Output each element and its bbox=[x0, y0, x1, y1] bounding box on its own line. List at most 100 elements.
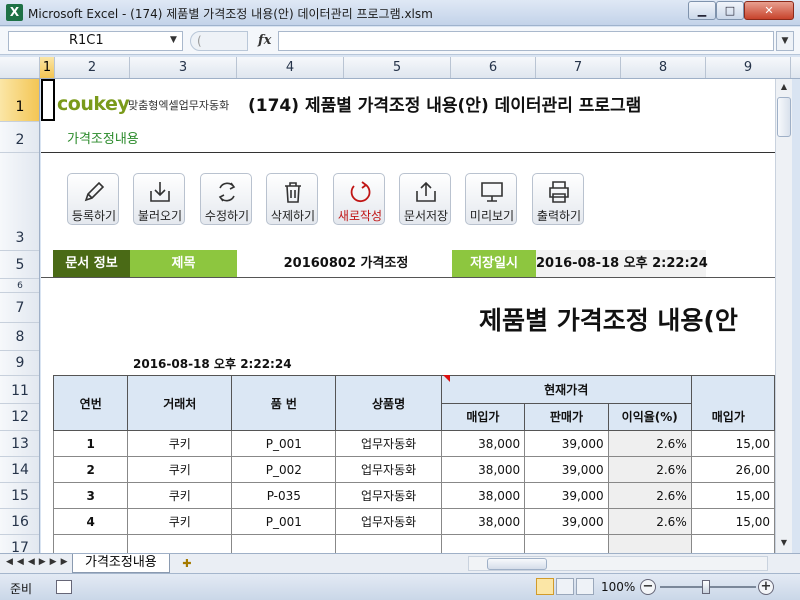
cell-purchase[interactable]: 38,000 bbox=[440, 430, 526, 457]
zoom-out-button[interactable]: − bbox=[640, 579, 656, 595]
empty-cell[interactable] bbox=[52, 534, 129, 553]
row-header[interactable]: 6 bbox=[0, 279, 39, 293]
column-header[interactable]: 3 bbox=[130, 57, 237, 78]
scroll-up-icon[interactable]: ▲ bbox=[776, 79, 792, 95]
cell-vendor[interactable]: 쿠키 bbox=[127, 456, 233, 483]
header-part[interactable]: 품 번 bbox=[231, 375, 337, 431]
cell-purchase[interactable]: 38,000 bbox=[440, 508, 526, 535]
cell-part[interactable]: P_001 bbox=[231, 508, 337, 535]
sheet-navigation-icons[interactable]: ◀◀◀▶▶▶ bbox=[6, 557, 72, 567]
cell-margin[interactable]: 2.6% bbox=[607, 456, 692, 483]
cell-no[interactable]: 3 bbox=[52, 482, 129, 509]
header-current-price[interactable]: 현재가격 bbox=[440, 375, 692, 404]
sheet-tab-active[interactable]: 가격조정내용 bbox=[72, 554, 170, 573]
cell-margin[interactable]: 2.6% bbox=[607, 430, 692, 457]
cell-sale[interactable]: 39,000 bbox=[524, 430, 609, 457]
horizontal-scrollbar[interactable] bbox=[468, 556, 768, 571]
cell-purchase-next[interactable]: 15,00 bbox=[690, 482, 775, 509]
row-header[interactable]: 17 bbox=[0, 535, 39, 553]
cell-part[interactable]: P_001 bbox=[231, 430, 337, 457]
cell-product[interactable]: 업무자동화 bbox=[335, 482, 442, 509]
print-button[interactable]: 출력하기 bbox=[532, 173, 584, 225]
empty-cell[interactable] bbox=[335, 534, 442, 553]
row-header[interactable]: 16 bbox=[0, 509, 39, 535]
row-header[interactable]: 7 bbox=[0, 293, 39, 323]
insert-function-icon[interactable]: fx bbox=[258, 33, 271, 48]
column-header[interactable]: 6 bbox=[451, 57, 536, 78]
load-button[interactable]: 불러오기 bbox=[133, 173, 185, 225]
cell-margin[interactable]: 2.6% bbox=[607, 508, 692, 535]
formula-input[interactable] bbox=[278, 31, 774, 51]
cell-vendor[interactable]: 쿠키 bbox=[127, 482, 233, 509]
maximize-button[interactable]: □ bbox=[716, 1, 744, 20]
excel-app-icon[interactable]: X bbox=[6, 4, 23, 21]
row-header[interactable]: 15 bbox=[0, 483, 39, 509]
expand-formula-bar-icon[interactable]: ▼ bbox=[776, 31, 794, 51]
row-header[interactable]: 1 bbox=[0, 79, 39, 122]
macro-record-icon[interactable] bbox=[56, 580, 72, 594]
cell-no[interactable]: 4 bbox=[52, 508, 129, 535]
header-margin[interactable]: 이익율(%) bbox=[607, 402, 692, 431]
name-box[interactable]: R1C1 bbox=[8, 31, 183, 51]
header-product[interactable]: 상품명 bbox=[335, 375, 442, 431]
empty-cell[interactable] bbox=[440, 534, 526, 553]
subject-value[interactable]: 20160802 가격조정 bbox=[241, 250, 451, 277]
column-header[interactable]: 1 bbox=[40, 57, 55, 78]
normal-view-button[interactable] bbox=[536, 578, 554, 595]
cell-sale[interactable]: 39,000 bbox=[524, 508, 609, 535]
cell-purchase[interactable]: 38,000 bbox=[440, 456, 526, 483]
empty-cell[interactable] bbox=[690, 534, 775, 553]
zoom-in-button[interactable]: + bbox=[758, 579, 774, 595]
column-header[interactable]: 5 bbox=[344, 57, 451, 78]
register-button[interactable]: 등록하기 bbox=[67, 173, 119, 225]
cell-product[interactable]: 업무자동화 bbox=[335, 508, 442, 535]
header-vendor[interactable]: 거래처 bbox=[127, 375, 233, 431]
cell-part[interactable]: P_002 bbox=[231, 456, 337, 483]
horizontal-scroll-thumb[interactable] bbox=[487, 558, 547, 570]
row-header[interactable]: 2 bbox=[0, 122, 39, 153]
cell-sale[interactable]: 39,000 bbox=[524, 456, 609, 483]
cell-vendor[interactable]: 쿠키 bbox=[127, 430, 233, 457]
close-button[interactable]: ✕ bbox=[744, 1, 794, 20]
page-layout-view-button[interactable] bbox=[556, 578, 574, 595]
empty-cell[interactable] bbox=[231, 534, 337, 553]
cell-sale[interactable]: 39,000 bbox=[524, 482, 609, 509]
comment-indicator[interactable] bbox=[443, 375, 450, 382]
empty-cell[interactable] bbox=[607, 534, 692, 553]
column-header[interactable]: 2 bbox=[55, 57, 130, 78]
empty-cell[interactable] bbox=[524, 534, 609, 553]
row-header[interactable]: 3 bbox=[0, 153, 39, 251]
document-date[interactable]: 2016-08-18 오후 2:22:24 bbox=[133, 355, 292, 372]
cell-purchase[interactable]: 38,000 bbox=[440, 482, 526, 509]
row-header[interactable]: 14 bbox=[0, 457, 39, 483]
cell-purchase-next[interactable]: 26,00 bbox=[690, 456, 775, 483]
select-all-corner[interactable] bbox=[0, 57, 40, 78]
empty-cell[interactable] bbox=[127, 534, 233, 553]
column-header[interactable]: 8 bbox=[621, 57, 706, 78]
header-purchase[interactable]: 매입가 bbox=[440, 402, 526, 431]
header-purchase-next[interactable]: 매입가 bbox=[690, 375, 775, 431]
cell-margin[interactable]: 2.6% bbox=[607, 482, 692, 509]
header-sale[interactable]: 판매가 bbox=[524, 402, 609, 431]
minimize-button[interactable]: ▁ bbox=[688, 1, 716, 20]
vertical-scrollbar[interactable]: ▲ ▼ bbox=[775, 79, 792, 553]
column-header[interactable]: 7 bbox=[536, 57, 621, 78]
delete-button[interactable]: 삭제하기 bbox=[266, 173, 318, 225]
header-no[interactable]: 연번 bbox=[52, 375, 129, 431]
row-header[interactable]: 12 bbox=[0, 404, 39, 431]
vertical-scroll-thumb[interactable] bbox=[777, 97, 791, 137]
row-header[interactable]: 11 bbox=[0, 376, 39, 404]
preview-button[interactable]: 미리보기 bbox=[465, 173, 517, 225]
scroll-down-icon[interactable]: ▼ bbox=[776, 535, 792, 551]
row-header[interactable]: 8 bbox=[0, 323, 39, 351]
cell-part[interactable]: P-035 bbox=[231, 482, 337, 509]
cell-vendor[interactable]: 쿠키 bbox=[127, 508, 233, 535]
new-document-button[interactable]: 새로작성 bbox=[333, 173, 385, 225]
cell-no[interactable]: 1 bbox=[52, 430, 129, 457]
insert-sheet-icon[interactable]: ✚ bbox=[176, 556, 198, 571]
zoom-level[interactable]: 100% bbox=[601, 580, 635, 594]
cell-product[interactable]: 업무자동화 bbox=[335, 456, 442, 483]
formula-bar-resize-handle[interactable]: ( bbox=[190, 31, 248, 51]
cell-purchase-next[interactable]: 15,00 bbox=[690, 508, 775, 535]
edit-button[interactable]: 수정하기 bbox=[200, 173, 252, 225]
